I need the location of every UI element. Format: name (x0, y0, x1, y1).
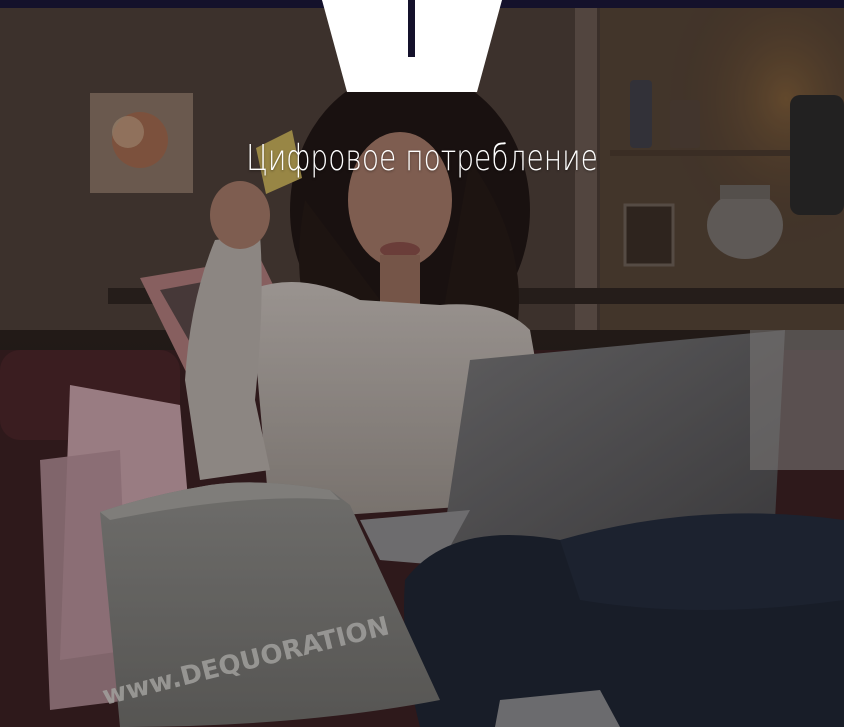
hero-section: www.DEQUORATION Цифровое потребление (0, 0, 844, 727)
dark-overlay (0, 0, 844, 727)
page-title: Цифровое потребление (246, 138, 598, 179)
hexagon-badge-icon (322, 0, 502, 92)
